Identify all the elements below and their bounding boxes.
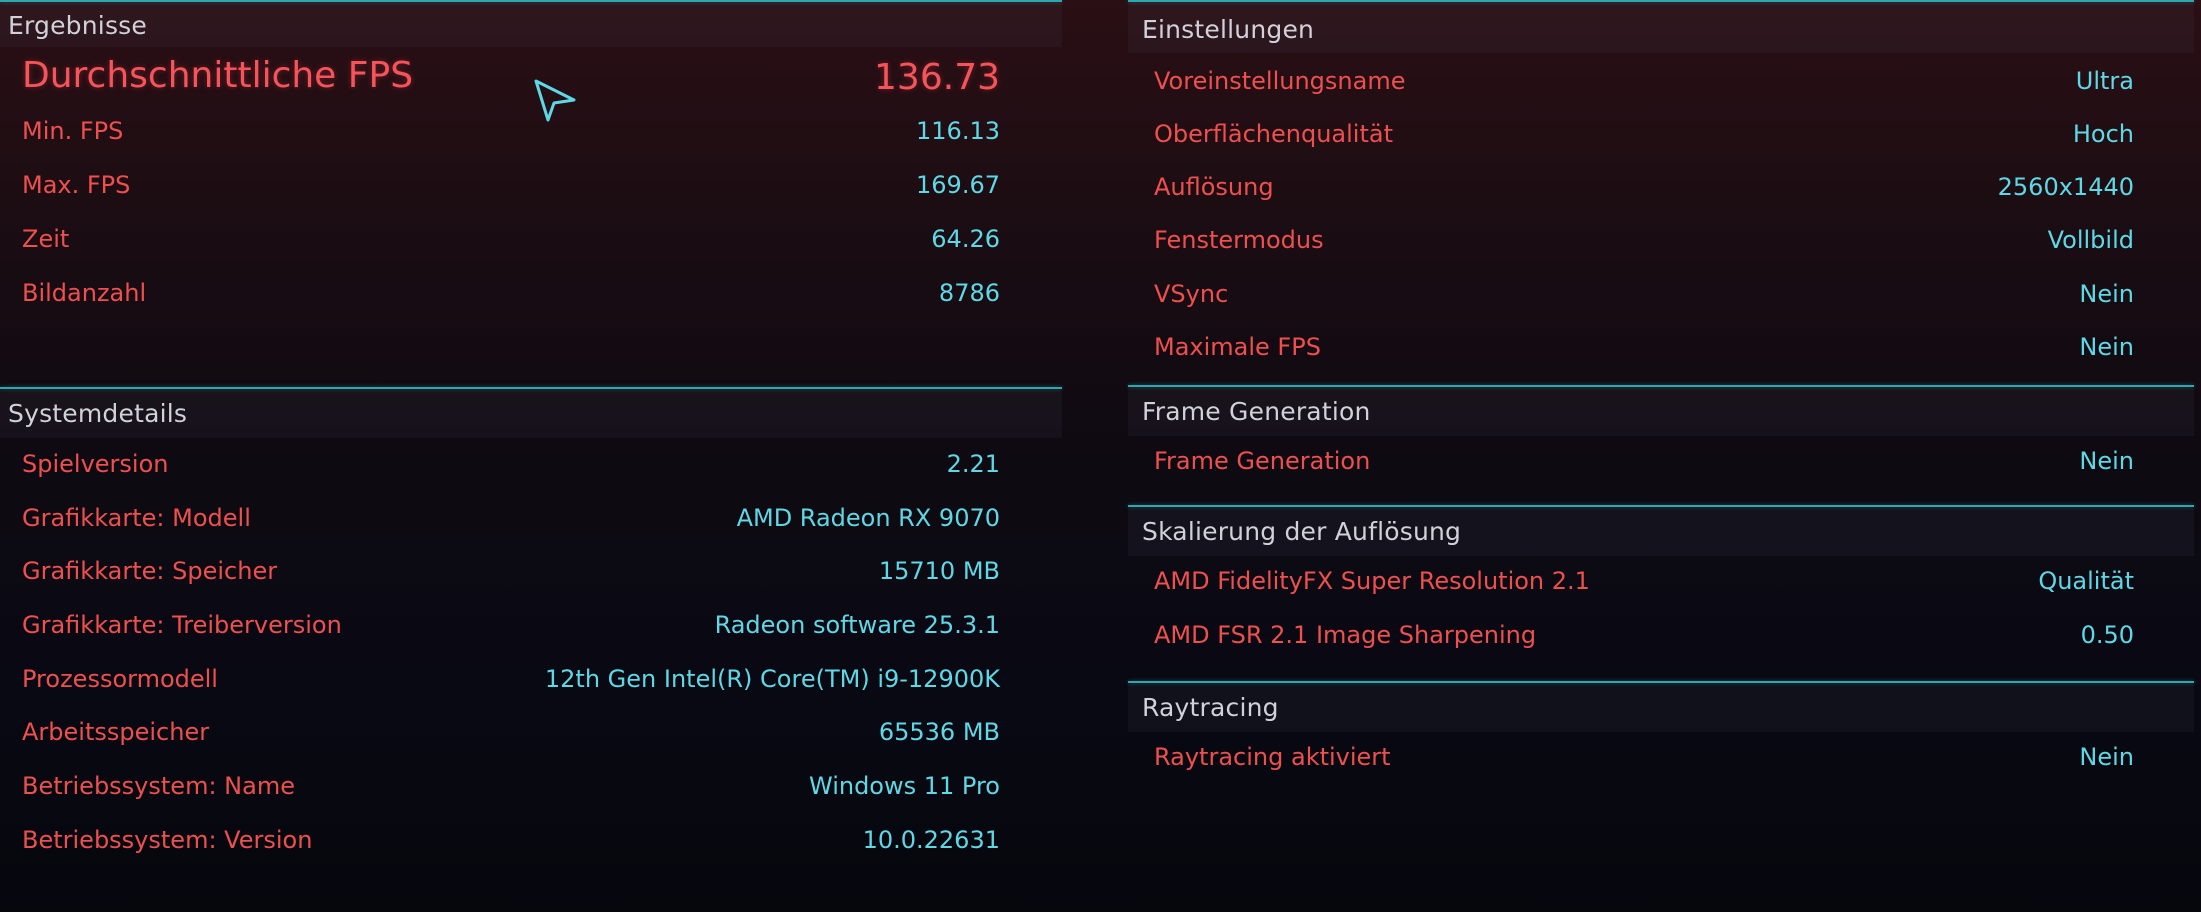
section-title-einstellungen: Einstellungen: [1142, 15, 1315, 44]
results-row-zeit: Zeit 64.26: [0, 215, 1062, 265]
row-value: Hoch: [2072, 120, 2134, 148]
row-value: Windows 11 Pro: [808, 772, 1000, 800]
row-label: AMD FidelityFX Super Resolution 2.1: [1154, 567, 1590, 595]
section-header: Skalierung der Auflösung: [1128, 508, 2194, 556]
row-value: 8786: [938, 279, 1000, 307]
row-value: Nein: [2079, 280, 2134, 308]
system-row-os-name: Betriebssystem: Name Windows 11 Pro: [0, 762, 1062, 812]
right-panel: Einstellungen Voreinstellungsname Ultra …: [1128, 0, 2194, 912]
row-value: 64.26: [931, 225, 1000, 253]
row-label: Auflösung: [1154, 173, 1274, 201]
section-title-ergebnisse: Ergebnisse: [8, 11, 147, 40]
scaling-row-fsr: AMD FidelityFX Super Resolution 2.1 Qual…: [1128, 557, 2194, 607]
settings-row-resolution: Auflösung 2560x1440: [1128, 163, 2194, 213]
row-label: Grafikkarte: Treiberversion: [22, 611, 342, 639]
section-divider: [1128, 505, 2194, 507]
row-value: Nein: [2079, 447, 2134, 475]
row-label: Grafikkarte: Speicher: [22, 557, 278, 585]
section-title-systemdetails: Systemdetails: [8, 399, 188, 428]
row-value: Qualität: [2038, 567, 2134, 595]
row-label: AMD FSR 2.1 Image Sharpening: [1154, 621, 1537, 649]
section-header: Raytracing: [1128, 684, 2194, 732]
raytracing-row-enabled: Raytracing aktiviert Nein: [1128, 733, 2194, 783]
system-row-ram: Arbeitsspeicher 65536 MB: [0, 708, 1062, 758]
row-label: Spielversion: [22, 450, 169, 478]
frame-generation-section: Frame Generation Frame Generation Nein: [1128, 385, 2194, 505]
row-label: Durchschnittliche FPS: [22, 55, 414, 96]
framegen-row-frame-generation: Frame Generation Nein: [1128, 437, 2194, 487]
row-label: Frame Generation: [1154, 447, 1371, 475]
results-row-bildanzahl: Bildanzahl 8786: [0, 269, 1062, 319]
section-divider: [1128, 0, 2194, 2]
row-label: Oberflächenqualität: [1154, 120, 1393, 148]
row-label: Arbeitsspeicher: [22, 718, 210, 746]
section-divider: [0, 0, 1062, 2]
results-row-max-fps: Max. FPS 169.67: [0, 161, 1062, 211]
system-details-section: Systemdetails Spielversion 2.21 Grafikka…: [0, 387, 1062, 887]
system-row-cpu-model: Prozessormodell 12th Gen Intel(R) Core(T…: [0, 655, 1062, 705]
section-title-raytracing: Raytracing: [1142, 693, 1279, 722]
row-value: 0.50: [2080, 621, 2134, 649]
row-label: VSync: [1154, 280, 1229, 308]
row-label: Raytracing aktiviert: [1154, 743, 1391, 771]
row-label: Prozessormodell: [22, 665, 218, 693]
scaling-row-sharpening: AMD FSR 2.1 Image Sharpening 0.50: [1128, 611, 2194, 661]
results-row-min-fps: Min. FPS 116.13: [0, 107, 1062, 157]
row-label: Bildanzahl: [22, 279, 147, 307]
row-value: 65536 MB: [878, 718, 1000, 746]
row-value: 10.0.22631: [862, 826, 1000, 854]
section-divider: [0, 387, 1062, 389]
row-label: Zeit: [22, 225, 70, 253]
section-header: Frame Generation: [1128, 388, 2194, 436]
row-value: 12th Gen Intel(R) Core(TM) i9-12900K: [544, 665, 1000, 693]
row-value: Ultra: [2075, 67, 2134, 95]
section-divider: [1128, 385, 2194, 387]
left-panel: Ergebnisse Durchschnittliche FPS 136.73 …: [0, 0, 1062, 912]
row-value: 2560x1440: [1997, 173, 2134, 201]
row-value: AMD Radeon RX 9070: [736, 504, 1000, 532]
row-value: Vollbild: [2047, 226, 2134, 254]
row-value: 169.67: [916, 171, 1000, 199]
section-title-scaling: Skalierung der Auflösung: [1142, 517, 1462, 546]
row-value: 116.13: [916, 117, 1000, 145]
settings-section: Einstellungen Voreinstellungsname Ultra …: [1128, 0, 2194, 384]
row-label: Min. FPS: [22, 117, 124, 145]
results-row-avg-fps: Durchschnittliche FPS 136.73: [0, 53, 1062, 103]
row-value: Nein: [2079, 743, 2134, 771]
system-row-gpu-model: Grafikkarte: Modell AMD Radeon RX 9070: [0, 494, 1062, 544]
settings-row-vsync: VSync Nein: [1128, 270, 2194, 320]
section-header: Systemdetails: [0, 390, 1062, 438]
row-value: Nein: [2079, 333, 2134, 361]
system-row-os-version: Betriebssystem: Version 10.0.22631: [0, 816, 1062, 866]
row-label: Grafikkarte: Modell: [22, 504, 251, 532]
settings-row-preset: Voreinstellungsname Ultra: [1128, 57, 2194, 107]
row-value: 2.21: [946, 450, 1000, 478]
row-value: Radeon software 25.3.1: [714, 611, 1000, 639]
scaling-section: Skalierung der Auflösung AMD FidelityFX …: [1128, 505, 2194, 681]
row-label: Betriebssystem: Version: [22, 826, 313, 854]
settings-row-window-mode: Fenstermodus Vollbild: [1128, 216, 2194, 266]
section-header: Einstellungen: [1128, 3, 2194, 53]
raytracing-section: Raytracing Raytracing aktiviert Nein: [1128, 681, 2194, 801]
settings-row-texture-quality: Oberflächenqualität Hoch: [1128, 110, 2194, 160]
row-value: 15710 MB: [878, 557, 1000, 585]
section-header: Ergebnisse: [0, 3, 1062, 47]
row-label: Max. FPS: [22, 171, 131, 199]
row-label: Voreinstellungsname: [1154, 67, 1406, 95]
row-label: Maximale FPS: [1154, 333, 1321, 361]
row-label: Betriebssystem: Name: [22, 772, 295, 800]
system-row-gpu-driver: Grafikkarte: Treiberversion Radeon softw…: [0, 601, 1062, 651]
section-title-frame-generation: Frame Generation: [1142, 397, 1371, 426]
section-divider: [1128, 681, 2194, 683]
results-section: Ergebnisse Durchschnittliche FPS 136.73 …: [0, 0, 1062, 382]
system-row-spielversion: Spielversion 2.21: [0, 440, 1062, 490]
pointer-arrow-icon: [534, 79, 576, 122]
row-label: Fenstermodus: [1154, 226, 1324, 254]
row-value: 136.73: [874, 57, 1000, 98]
system-row-gpu-memory: Grafikkarte: Speicher 15710 MB: [0, 547, 1062, 597]
settings-row-max-fps: Maximale FPS Nein: [1128, 323, 2194, 373]
